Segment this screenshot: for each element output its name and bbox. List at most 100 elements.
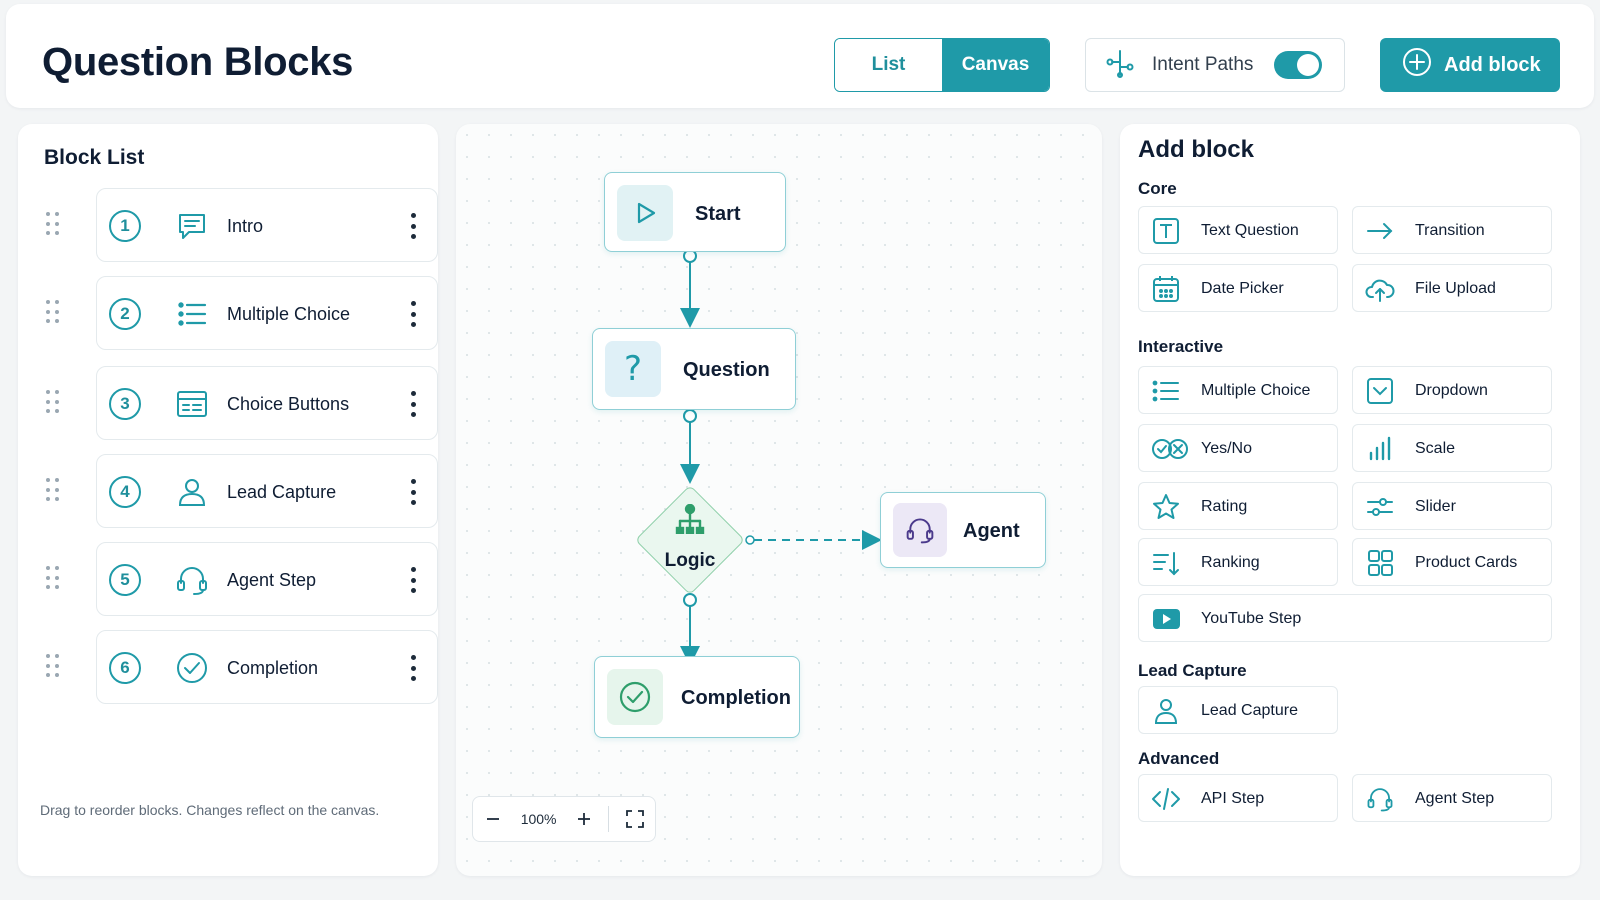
palette-item-rating[interactable]: Rating bbox=[1138, 482, 1338, 530]
palette-item-file-upload[interactable]: File Upload bbox=[1352, 264, 1552, 312]
node-question[interactable]: ? Question bbox=[592, 328, 796, 410]
reorder-hint: Drag to reorder blocks. Changes reflect … bbox=[40, 802, 380, 818]
check-circle-icon bbox=[607, 669, 663, 725]
node-agent[interactable]: Agent bbox=[880, 492, 1046, 568]
more-options-icon[interactable] bbox=[411, 567, 417, 593]
block-label: Multiple Choice bbox=[227, 304, 351, 324]
block-item-choice-buttons[interactable]: 3 Choice Buttons bbox=[96, 366, 438, 440]
palette-item-label: YouTube Step bbox=[1201, 610, 1302, 627]
fullscreen-icon[interactable] bbox=[615, 796, 655, 842]
palette-item-multiple-choice[interactable]: Multiple Choice bbox=[1138, 366, 1338, 414]
zoom-out-button[interactable] bbox=[473, 796, 513, 842]
block-label: Completion bbox=[227, 658, 319, 678]
yes-no-icon bbox=[1151, 435, 1189, 463]
palette-item-agent-step[interactable]: Agent Step bbox=[1352, 774, 1552, 822]
palette-item-label: Date Picker bbox=[1201, 280, 1284, 297]
block-number: 4 bbox=[109, 476, 141, 508]
palette-item-date-picker[interactable]: Date Picker bbox=[1138, 264, 1338, 312]
palette-item-label: Transition bbox=[1415, 222, 1485, 239]
palette-item-scale[interactable]: Scale bbox=[1352, 424, 1552, 472]
node-label: Question bbox=[683, 359, 770, 381]
palette-item-dropdown[interactable]: Dropdown bbox=[1352, 366, 1552, 414]
intent-paths-icon bbox=[1106, 48, 1134, 83]
node-start[interactable]: Start bbox=[604, 172, 786, 252]
block-item-intro[interactable]: 1 Intro bbox=[96, 188, 438, 262]
user-icon bbox=[1151, 697, 1181, 725]
node-completion[interactable]: Completion bbox=[594, 656, 800, 738]
toggle-knob bbox=[1297, 54, 1319, 76]
slider-icon bbox=[1365, 493, 1395, 521]
palette-item-slider[interactable]: Slider bbox=[1352, 482, 1552, 530]
block-number: 6 bbox=[109, 652, 141, 684]
question-mark-icon: ? bbox=[605, 341, 661, 397]
palette-item-ranking[interactable]: Ranking bbox=[1138, 538, 1338, 586]
node-label: Logic bbox=[664, 550, 716, 571]
palette-item-lead-capture[interactable]: Lead Capture bbox=[1138, 686, 1338, 734]
node-label: Agent bbox=[963, 520, 1020, 542]
more-options-icon[interactable] bbox=[411, 301, 417, 327]
dropdown-icon bbox=[1365, 377, 1395, 405]
palette-title: Add block bbox=[1138, 136, 1255, 163]
section-title-lead-capture: Lead Capture bbox=[1138, 661, 1247, 680]
block-number: 2 bbox=[109, 298, 141, 330]
palette-item-label: Product Cards bbox=[1415, 554, 1518, 571]
list-icon bbox=[175, 297, 209, 331]
block-item-completion[interactable]: 6 Completion bbox=[96, 630, 438, 704]
block-item-lead-capture[interactable]: 4 Lead Capture bbox=[96, 454, 438, 528]
section-title-advanced: Advanced bbox=[1138, 749, 1220, 768]
canvas-view-tab[interactable]: Canvas bbox=[942, 39, 1049, 91]
check-circle-icon bbox=[175, 651, 209, 685]
block-item-multiple-choice[interactable]: 2 Multiple Choice bbox=[96, 276, 438, 350]
palette-item-transition[interactable]: Transition bbox=[1352, 206, 1552, 254]
palette-item-product-cards[interactable]: Product Cards bbox=[1352, 538, 1552, 586]
headset-icon bbox=[1365, 785, 1395, 813]
zoom-controls: 100% bbox=[472, 796, 656, 842]
headset-icon bbox=[175, 563, 209, 597]
list-view-tab[interactable]: List bbox=[835, 39, 942, 91]
intent-paths-control: Intent Paths bbox=[1085, 38, 1345, 92]
drag-handle-icon[interactable] bbox=[46, 654, 60, 680]
palette-item-label: API Step bbox=[1201, 790, 1265, 807]
zoom-in-button[interactable] bbox=[564, 796, 604, 842]
drag-handle-icon[interactable] bbox=[46, 212, 60, 238]
add-block-button[interactable]: Add block bbox=[1380, 38, 1560, 92]
palette-item-api-step[interactable]: API Step bbox=[1138, 774, 1338, 822]
more-options-icon[interactable] bbox=[411, 213, 417, 239]
calendar-icon bbox=[1151, 275, 1181, 303]
flow-canvas[interactable]: Start ? Question Logic Agent Completion … bbox=[456, 124, 1102, 876]
block-row: 4 Lead Capture bbox=[46, 454, 438, 528]
bar-scale-icon bbox=[1365, 435, 1395, 463]
add-block-panel: Add block Core Text Question Transition … bbox=[1120, 124, 1580, 876]
intent-paths-toggle[interactable] bbox=[1274, 51, 1322, 79]
block-item-agent-step[interactable]: 5 Agent Step bbox=[96, 542, 438, 616]
drag-handle-icon[interactable] bbox=[46, 478, 60, 504]
block-label: Agent Step bbox=[227, 570, 317, 590]
more-options-icon[interactable] bbox=[411, 479, 417, 505]
headset-icon bbox=[893, 503, 947, 557]
block-row: 2 Multiple Choice bbox=[46, 276, 438, 350]
node-label: Start bbox=[695, 203, 741, 225]
drag-handle-icon[interactable] bbox=[46, 390, 60, 416]
cloud-upload-icon bbox=[1365, 275, 1395, 303]
plus-circle-icon bbox=[1402, 47, 1432, 83]
logic-diamond bbox=[634, 484, 746, 596]
buttons-icon bbox=[175, 387, 209, 421]
video-play-icon bbox=[1151, 605, 1181, 633]
node-logic[interactable]: Logic bbox=[634, 484, 746, 596]
palette-item-yes-no[interactable]: Yes/No bbox=[1138, 424, 1338, 472]
more-options-icon[interactable] bbox=[411, 391, 417, 417]
text-icon bbox=[1151, 217, 1181, 245]
drag-handle-icon[interactable] bbox=[46, 300, 60, 326]
page-title: Question Blocks bbox=[42, 40, 354, 84]
view-toggle: List Canvas bbox=[834, 38, 1050, 92]
palette-item-youtube-step[interactable]: YouTube Step bbox=[1138, 594, 1552, 642]
palette-item-label: Multiple Choice bbox=[1201, 382, 1311, 399]
connector-port bbox=[745, 535, 755, 545]
play-icon bbox=[617, 185, 673, 241]
drag-handle-icon[interactable] bbox=[46, 566, 60, 592]
more-options-icon[interactable] bbox=[411, 655, 417, 681]
add-block-label: Add block bbox=[1444, 53, 1541, 76]
node-label: Completion bbox=[681, 687, 791, 709]
palette-item-text-question[interactable]: Text Question bbox=[1138, 206, 1338, 254]
ranking-icon bbox=[1151, 549, 1181, 577]
